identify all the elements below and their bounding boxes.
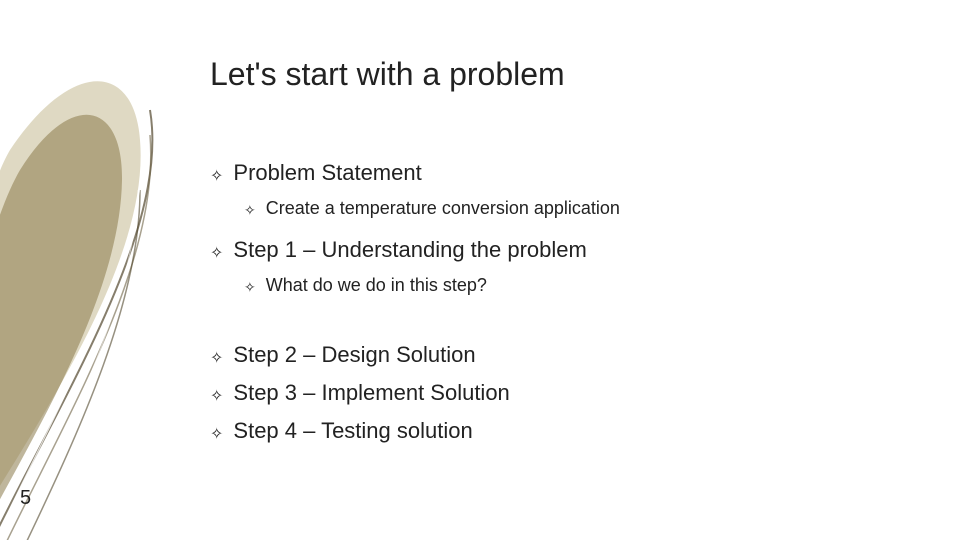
bullet-star-icon: ✧	[210, 424, 223, 444]
bullet-star-icon: ✧	[210, 243, 223, 263]
subbullet-create-app: ✧ Create a temperature conversion applic…	[244, 198, 620, 219]
bullet-text: What do we do in this step?	[266, 275, 487, 296]
bullet-text: Problem Statement	[233, 160, 421, 186]
bullet-step1: ✧ Step 1 – Understanding the problem	[210, 237, 620, 263]
slide-title: Let's start with a problem	[210, 56, 565, 93]
subbullet-step1-q: ✧ What do we do in this step?	[244, 275, 620, 296]
bullet-step2: ✧ Step 2 – Design Solution	[210, 342, 620, 368]
bullet-star-icon: ✧	[210, 166, 223, 186]
bullet-text: Step 2 – Design Solution	[233, 342, 475, 368]
bullet-text: Step 1 – Understanding the problem	[233, 237, 586, 263]
bullet-text: Create a temperature conversion applicat…	[266, 198, 620, 219]
bullet-star-icon: ✧	[244, 279, 256, 296]
bullet-step3: ✧ Step 3 – Implement Solution	[210, 380, 620, 406]
bullet-step4: ✧ Step 4 – Testing solution	[210, 418, 620, 444]
bullet-problem-statement: ✧ Problem Statement	[210, 160, 620, 186]
bullet-text: Step 4 – Testing solution	[233, 418, 472, 444]
page-number: 5	[20, 487, 31, 510]
bullet-text: Step 3 – Implement Solution	[233, 380, 509, 406]
decorative-wisp	[0, 0, 220, 540]
bullet-star-icon: ✧	[244, 202, 256, 219]
bullet-star-icon: ✧	[210, 348, 223, 368]
bullet-star-icon: ✧	[210, 386, 223, 406]
slide-body: ✧ Problem Statement ✧ Create a temperatu…	[210, 160, 620, 456]
